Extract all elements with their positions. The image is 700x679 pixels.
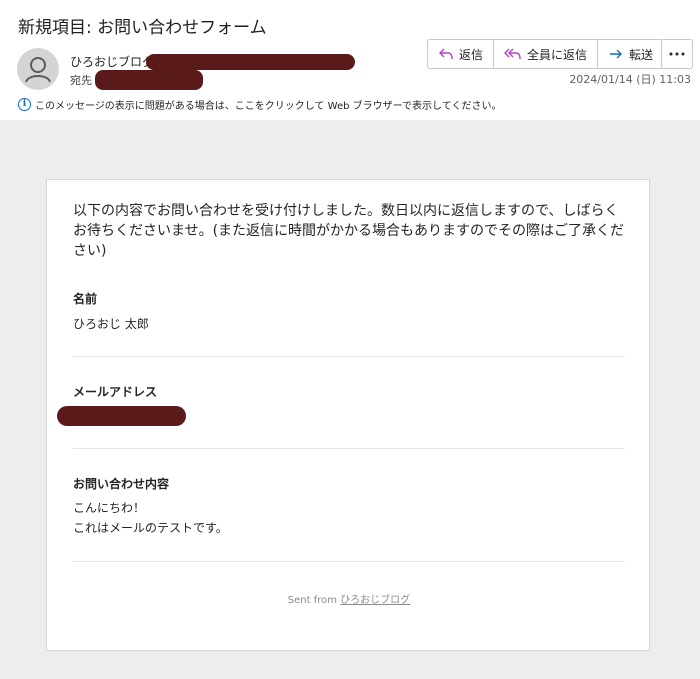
redacted-sender-address [146, 54, 355, 70]
ellipsis-icon [669, 52, 685, 56]
inquiry-line: こんにちわ！ [73, 501, 146, 515]
sent-from-footer: Sent from ひろおじブログ [47, 591, 651, 606]
view-in-browser-notice[interactable]: i このメッセージの表示に問題がある場合は、ここをクリックして Web ブラウザ… [18, 97, 501, 112]
reply-all-label: 全員に返信 [527, 47, 588, 62]
person-icon [25, 57, 51, 83]
info-message[interactable]: このメッセージの表示に問題がある場合は、ここをクリックして Web ブラウザーで… [35, 97, 501, 112]
email-reading-pane: 新規項目: お問い合わせフォーム ひろおじブログ 宛先 返信 全員に返信 転送 … [0, 0, 700, 679]
forward-button[interactable]: 転送 [598, 40, 663, 68]
footer-blog-link[interactable]: ひろおじブログ [340, 595, 410, 606]
to-label: 宛先 [70, 74, 92, 87]
sender-avatar[interactable] [17, 48, 59, 90]
divider [73, 561, 625, 562]
message-actions: 返信 全員に返信 転送 [427, 39, 665, 69]
message-timestamp: 2024/01/14 (日) 11:03 [569, 73, 691, 86]
forward-arrow-icon [610, 49, 623, 59]
info-icon: i [18, 98, 31, 111]
inquiry-line: これはメールのテストです。 [73, 521, 228, 535]
divider [73, 356, 625, 357]
name-field-label: 名前 [73, 292, 98, 306]
forward-label: 転送 [629, 47, 654, 62]
redacted-recipient [95, 70, 203, 90]
sender-name[interactable]: ひろおじブログ [70, 53, 154, 70]
intro-text: 以下の内容でお問い合わせを受け付けしました。数日以内に返信しますので、しばらくお… [73, 203, 625, 259]
redacted-email-address [57, 406, 186, 426]
divider [73, 448, 625, 449]
reply-button[interactable]: 返信 [428, 40, 495, 68]
message-card: 以下の内容でお問い合わせを受け付けしました。数日以内に返信しますので、しばらくお… [46, 179, 650, 651]
footer-prefix: Sent from [287, 595, 341, 606]
reply-label: 返信 [459, 47, 484, 62]
name-field-value: ひろおじ 太郎 [73, 317, 149, 331]
inquiry-field-value: こんにちわ！ これはメールのテストです。 [73, 498, 228, 538]
inquiry-field-label: お問い合わせ内容 [73, 477, 170, 491]
more-actions-button[interactable] [661, 39, 693, 69]
email-subject: 新規項目: お問い合わせフォーム [18, 18, 267, 38]
reply-icon [439, 48, 453, 60]
reply-all-icon [504, 48, 521, 60]
email-field-label: メールアドレス [73, 385, 158, 399]
reply-all-button[interactable]: 全員に返信 [494, 40, 599, 68]
